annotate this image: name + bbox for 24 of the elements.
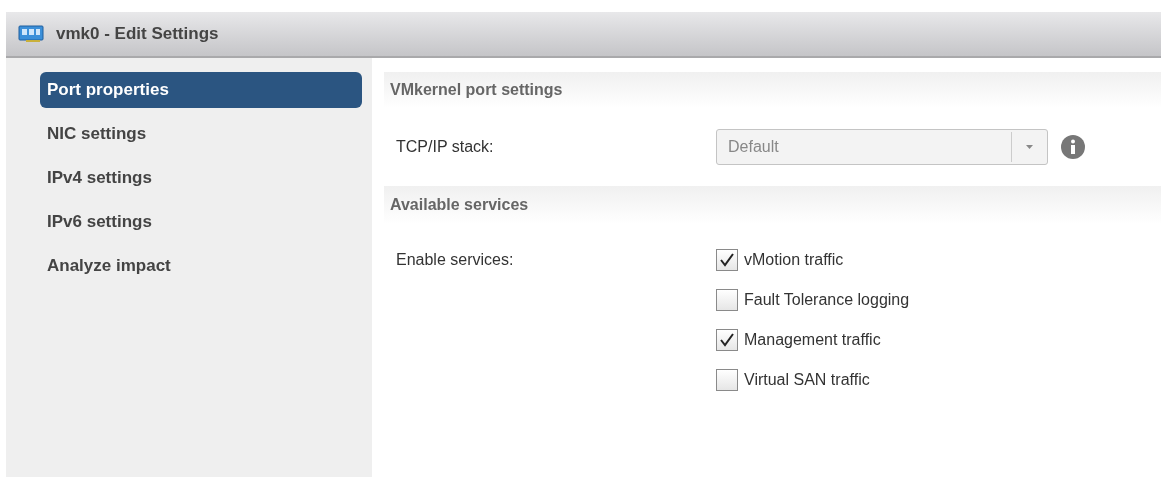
sidebar-item[interactable]: Analyze impact	[40, 248, 362, 284]
checkbox-label: vMotion traffic	[744, 250, 844, 270]
checkbox[interactable]	[716, 289, 738, 311]
checkbox[interactable]	[716, 249, 738, 271]
sidebar-item[interactable]: Port properties	[40, 72, 362, 108]
checkbox[interactable]	[716, 369, 738, 391]
check-icon	[719, 252, 735, 268]
sidebar-item[interactable]: IPv6 settings	[40, 204, 362, 240]
info-icon[interactable]	[1061, 135, 1085, 159]
network-card-icon	[18, 25, 44, 43]
checkbox-label: Virtual SAN traffic	[744, 370, 870, 390]
dropdown-value: Default	[727, 137, 780, 157]
checkbox-label: Management traffic	[744, 330, 881, 350]
check-icon	[719, 332, 735, 348]
checkbox[interactable]	[716, 329, 738, 351]
sidebar-item[interactable]: IPv4 settings	[40, 160, 362, 196]
sidebar-item[interactable]: NIC settings	[40, 116, 362, 152]
checkbox-label: Fault Tolerance logging	[744, 290, 910, 310]
window-title: vmk0 - Edit Settings	[56, 23, 219, 46]
caret-icon	[1026, 145, 1033, 149]
field-label: Enable services:	[396, 250, 515, 270]
section-title: Available services	[390, 195, 529, 215]
field-label: TCP/IP stack:	[396, 137, 495, 157]
section-title: VMkernel port settings	[390, 80, 563, 100]
